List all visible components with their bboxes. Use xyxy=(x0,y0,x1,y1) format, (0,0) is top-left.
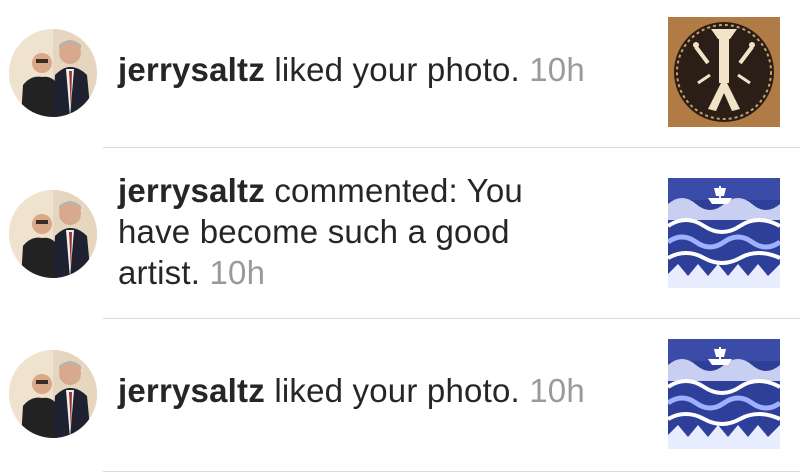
notification-action: liked your photo. xyxy=(274,372,520,409)
notification-row[interactable]: jerrysaltz commented: You have become su… xyxy=(0,148,800,318)
username-link[interactable]: jerrysaltz xyxy=(118,51,265,88)
post-thumbnail[interactable] xyxy=(668,339,780,449)
avatar[interactable] xyxy=(9,350,97,438)
notification-text: jerrysaltz commented: You have become su… xyxy=(118,170,578,293)
avatar[interactable] xyxy=(9,29,97,117)
notification-row[interactable]: jerrysaltz liked your photo. 10h xyxy=(0,0,800,147)
username-link[interactable]: jerrysaltz xyxy=(118,372,265,409)
username-link[interactable]: jerrysaltz xyxy=(118,172,265,209)
divider xyxy=(103,471,800,472)
notification-text: jerrysaltz liked your photo. 10h xyxy=(118,49,648,90)
tribal-figure-artwork-icon xyxy=(668,17,780,127)
timestamp: 10h xyxy=(529,51,585,88)
post-thumbnail[interactable] xyxy=(668,178,780,288)
post-thumbnail[interactable] xyxy=(668,17,780,127)
timestamp: 10h xyxy=(529,372,585,409)
ship-on-waves-artwork-icon xyxy=(668,339,780,449)
notification-text: jerrysaltz liked your photo. 10h xyxy=(118,370,648,411)
timestamp: 10h xyxy=(209,254,266,291)
notification-row[interactable]: jerrysaltz liked your photo. 10h xyxy=(0,319,800,471)
ship-on-waves-artwork-icon xyxy=(668,178,780,288)
avatar[interactable] xyxy=(9,190,97,278)
notification-action: liked your photo. xyxy=(274,51,520,88)
